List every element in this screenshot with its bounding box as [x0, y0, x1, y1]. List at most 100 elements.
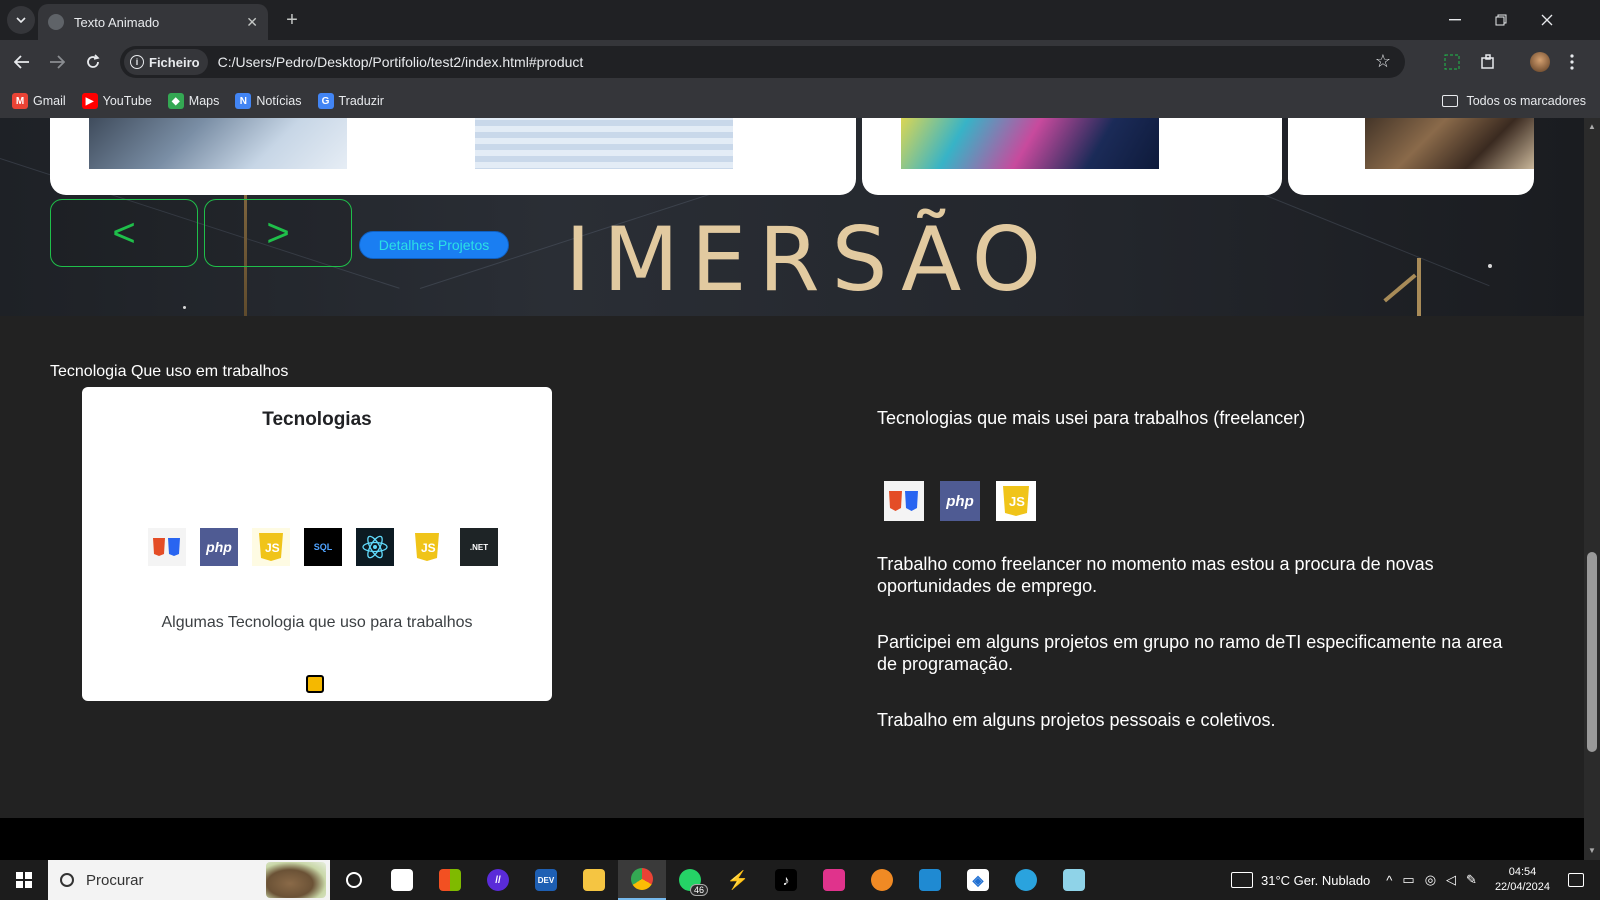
javascript-icon: JS: [996, 481, 1036, 521]
app-icon: //: [487, 869, 509, 891]
new-tab-button[interactable]: +: [280, 8, 304, 32]
notification-center-icon[interactable]: [1568, 873, 1584, 887]
react-icon: [356, 528, 394, 566]
translate-icon: G: [317, 93, 334, 109]
taskbar-app-pink[interactable]: [810, 860, 858, 900]
lock-emoji-icon: [306, 675, 324, 693]
scroll-down-icon[interactable]: ▼: [1587, 846, 1597, 855]
project-card[interactable]: [862, 118, 1282, 195]
chevron-up-icon[interactable]: ^: [1386, 873, 1392, 888]
start-button[interactable]: [0, 860, 48, 900]
close-icon: [1541, 14, 1553, 26]
restore-button[interactable]: [1478, 0, 1524, 40]
html-css-icon: [884, 481, 924, 521]
profile-avatar[interactable]: [1528, 50, 1552, 74]
device-icon[interactable]: ▭: [1402, 872, 1414, 888]
gmail-icon: M: [12, 93, 28, 109]
close-window-button[interactable]: [1524, 0, 1570, 40]
taskbar-app-chrome[interactable]: [618, 860, 666, 900]
taskbar-app-store[interactable]: [426, 860, 474, 900]
javascript-icon: JS: [252, 528, 290, 566]
tab-bar: Texto Animado ✕ +: [0, 0, 1600, 40]
bookmark-label: Notícias: [256, 94, 302, 108]
project-image: [1365, 118, 1534, 169]
taskbar-app-lightning[interactable]: ⚡: [714, 860, 762, 900]
taskbar-app-notepad[interactable]: [1050, 860, 1098, 900]
extensions-icon[interactable]: [1476, 50, 1500, 74]
js-shield-icon: JS: [1003, 486, 1029, 516]
all-bookmarks-button[interactable]: Todos os marcadores: [1442, 84, 1586, 118]
bookmark-gmail[interactable]: M Gmail: [12, 93, 66, 109]
technologies-card: Tecnologias php JS SQL JS .NET Algumas T…: [82, 387, 552, 701]
app-icon: [823, 869, 845, 891]
taskbar-app-explorer[interactable]: [570, 860, 618, 900]
notepad-icon: [1063, 869, 1085, 891]
windows-logo-icon: [16, 872, 32, 888]
pen-icon[interactable]: ✎: [1466, 872, 1477, 888]
browser-tab[interactable]: Texto Animado ✕: [38, 4, 268, 40]
project-card[interactable]: [1288, 118, 1534, 195]
tech-icons-row: php JS SQL JS .NET: [148, 528, 512, 566]
screen-capture-icon[interactable]: [1440, 50, 1464, 74]
puzzle-icon: [1481, 54, 1494, 69]
taskbar-app-flstudio[interactable]: [858, 860, 906, 900]
taskbar-app-telegram[interactable]: [1002, 860, 1050, 900]
taskbar-app-vscode[interactable]: [906, 860, 954, 900]
project-card[interactable]: [50, 118, 470, 195]
page-scrollbar[interactable]: ▲ ▼: [1584, 118, 1600, 860]
taskbar-app-whatsapp[interactable]: 46: [666, 860, 714, 900]
paragraph: Trabalho em alguns projetos pessoais e c…: [877, 710, 1276, 730]
devcpp-icon: DEV: [535, 869, 557, 891]
html-css-shield-icon: [889, 491, 918, 511]
notification-badge: 46: [689, 884, 708, 896]
bookmark-label: Maps: [188, 94, 220, 108]
lightning-icon: ⚡: [726, 869, 750, 890]
paragraph: Participei em alguns projetos em grupo n…: [877, 632, 1503, 674]
network-globe-icon[interactable]: ◎: [1425, 872, 1436, 888]
reload-button[interactable]: [79, 48, 107, 76]
tab-search-dropdown[interactable]: [7, 6, 35, 34]
bookmark-star-icon[interactable]: ☆: [1375, 51, 1391, 72]
volume-muted-icon[interactable]: ◁: [1446, 872, 1456, 888]
site-info-label: Ficheiro: [149, 54, 200, 70]
bookmark-noticias[interactable]: N Notícias: [235, 93, 302, 109]
scroll-thumb[interactable]: [1587, 552, 1597, 752]
taskbar-app-blue[interactable]: ◈: [954, 860, 1002, 900]
scroll-up-icon[interactable]: ▲: [1587, 122, 1597, 131]
all-bookmarks-label: Todos os marcadores: [1466, 94, 1586, 108]
hero-banner-text: IMERSÃO: [565, 208, 1054, 311]
bookmark-maps[interactable]: ◆ Maps: [167, 93, 220, 109]
minimize-button[interactable]: [1432, 0, 1478, 40]
search-icon: [60, 873, 74, 887]
chevron-down-icon: [16, 17, 26, 23]
browser-toolbar: i Ficheiro C:/Users/Pedro/Desktop/Portif…: [0, 40, 1600, 84]
menu-button[interactable]: [1560, 50, 1584, 74]
back-button[interactable]: [8, 48, 36, 76]
app-icon: ◈: [967, 869, 989, 891]
taskbar-app-1[interactable]: //: [474, 860, 522, 900]
system-clock[interactable]: 04:54 22/04/2024: [1495, 865, 1550, 895]
taskbar-app-devc[interactable]: DEV: [522, 860, 570, 900]
forward-button[interactable]: [43, 48, 71, 76]
site-info-chip[interactable]: i Ficheiro: [124, 49, 208, 75]
javascript-icon: JS: [408, 528, 446, 566]
info-icon: i: [130, 55, 144, 69]
task-view-button[interactable]: [330, 860, 378, 900]
bookmark-traduzir[interactable]: G Traduzir: [317, 93, 384, 109]
card-caption: Algumas Tecnologia que uso para trabalho…: [161, 614, 473, 631]
kebab-menu-icon: [1570, 54, 1574, 70]
svg-text:JS: JS: [265, 541, 280, 555]
svg-text:JS: JS: [1009, 494, 1025, 509]
bookmark-youtube[interactable]: ▶ YouTube: [81, 93, 152, 109]
address-bar[interactable]: i Ficheiro C:/Users/Pedro/Desktop/Portif…: [120, 46, 1405, 78]
taskbar-search[interactable]: Procurar: [48, 860, 330, 900]
url-text[interactable]: C:/Users/Pedro/Desktop/Portifolio/test2/…: [218, 54, 584, 70]
project-card[interactable]: [436, 118, 856, 195]
project-details-button[interactable]: Detalhes Projetos: [359, 231, 509, 259]
taskbar-app-tiktok[interactable]: ♪: [762, 860, 810, 900]
carousel-prev-button[interactable]: <: [50, 199, 198, 267]
carousel-next-button[interactable]: >: [204, 199, 352, 267]
taskbar-app-mail[interactable]: [378, 860, 426, 900]
tab-close-icon[interactable]: ✕: [246, 14, 258, 31]
weather-widget[interactable]: 31°C Ger. Nublado: [1231, 872, 1370, 888]
